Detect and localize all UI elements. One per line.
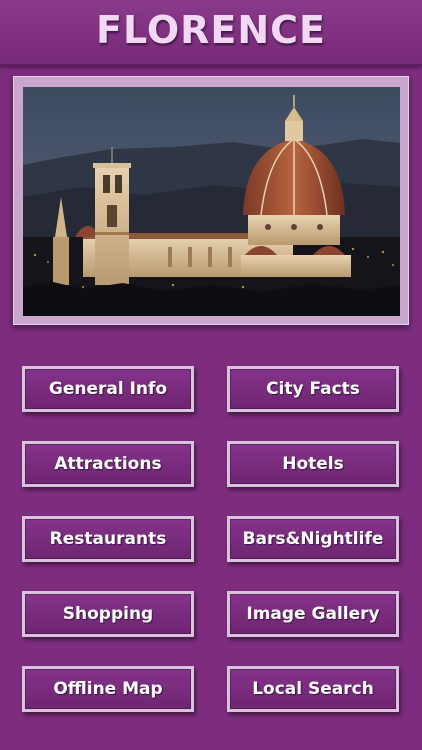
- hotels-button[interactable]: Hotels: [227, 441, 399, 487]
- general-info-button[interactable]: General Info: [22, 366, 194, 412]
- offline-map-button[interactable]: Offline Map: [22, 666, 194, 712]
- offline-map-label: Offline Map: [53, 679, 163, 699]
- restaurants-button[interactable]: Restaurants: [22, 516, 194, 562]
- attractions-label: Attractions: [54, 454, 162, 474]
- bars-nightlife-label: Bars&Nightlife: [242, 529, 384, 549]
- hero-photo: [23, 87, 400, 316]
- restaurants-label: Restaurants: [49, 529, 167, 549]
- attractions-button[interactable]: Attractions: [22, 441, 194, 487]
- general-info-label: General Info: [48, 379, 168, 399]
- hero-photo-frame: [13, 76, 409, 325]
- app-header: FLORENCE: [0, 0, 422, 66]
- image-gallery-button[interactable]: Image Gallery: [227, 591, 399, 637]
- bars-nightlife-button[interactable]: Bars&Nightlife: [227, 516, 399, 562]
- city-facts-label: City Facts: [266, 379, 360, 399]
- local-search-button[interactable]: Local Search: [227, 666, 399, 712]
- city-facts-button[interactable]: City Facts: [227, 366, 399, 412]
- local-search-label: Local Search: [252, 679, 374, 699]
- app-title: FLORENCE: [96, 8, 326, 52]
- shopping-button[interactable]: Shopping: [22, 591, 194, 637]
- hotels-label: Hotels: [282, 454, 344, 474]
- image-gallery-label: Image Gallery: [246, 604, 380, 624]
- shopping-label: Shopping: [62, 604, 154, 624]
